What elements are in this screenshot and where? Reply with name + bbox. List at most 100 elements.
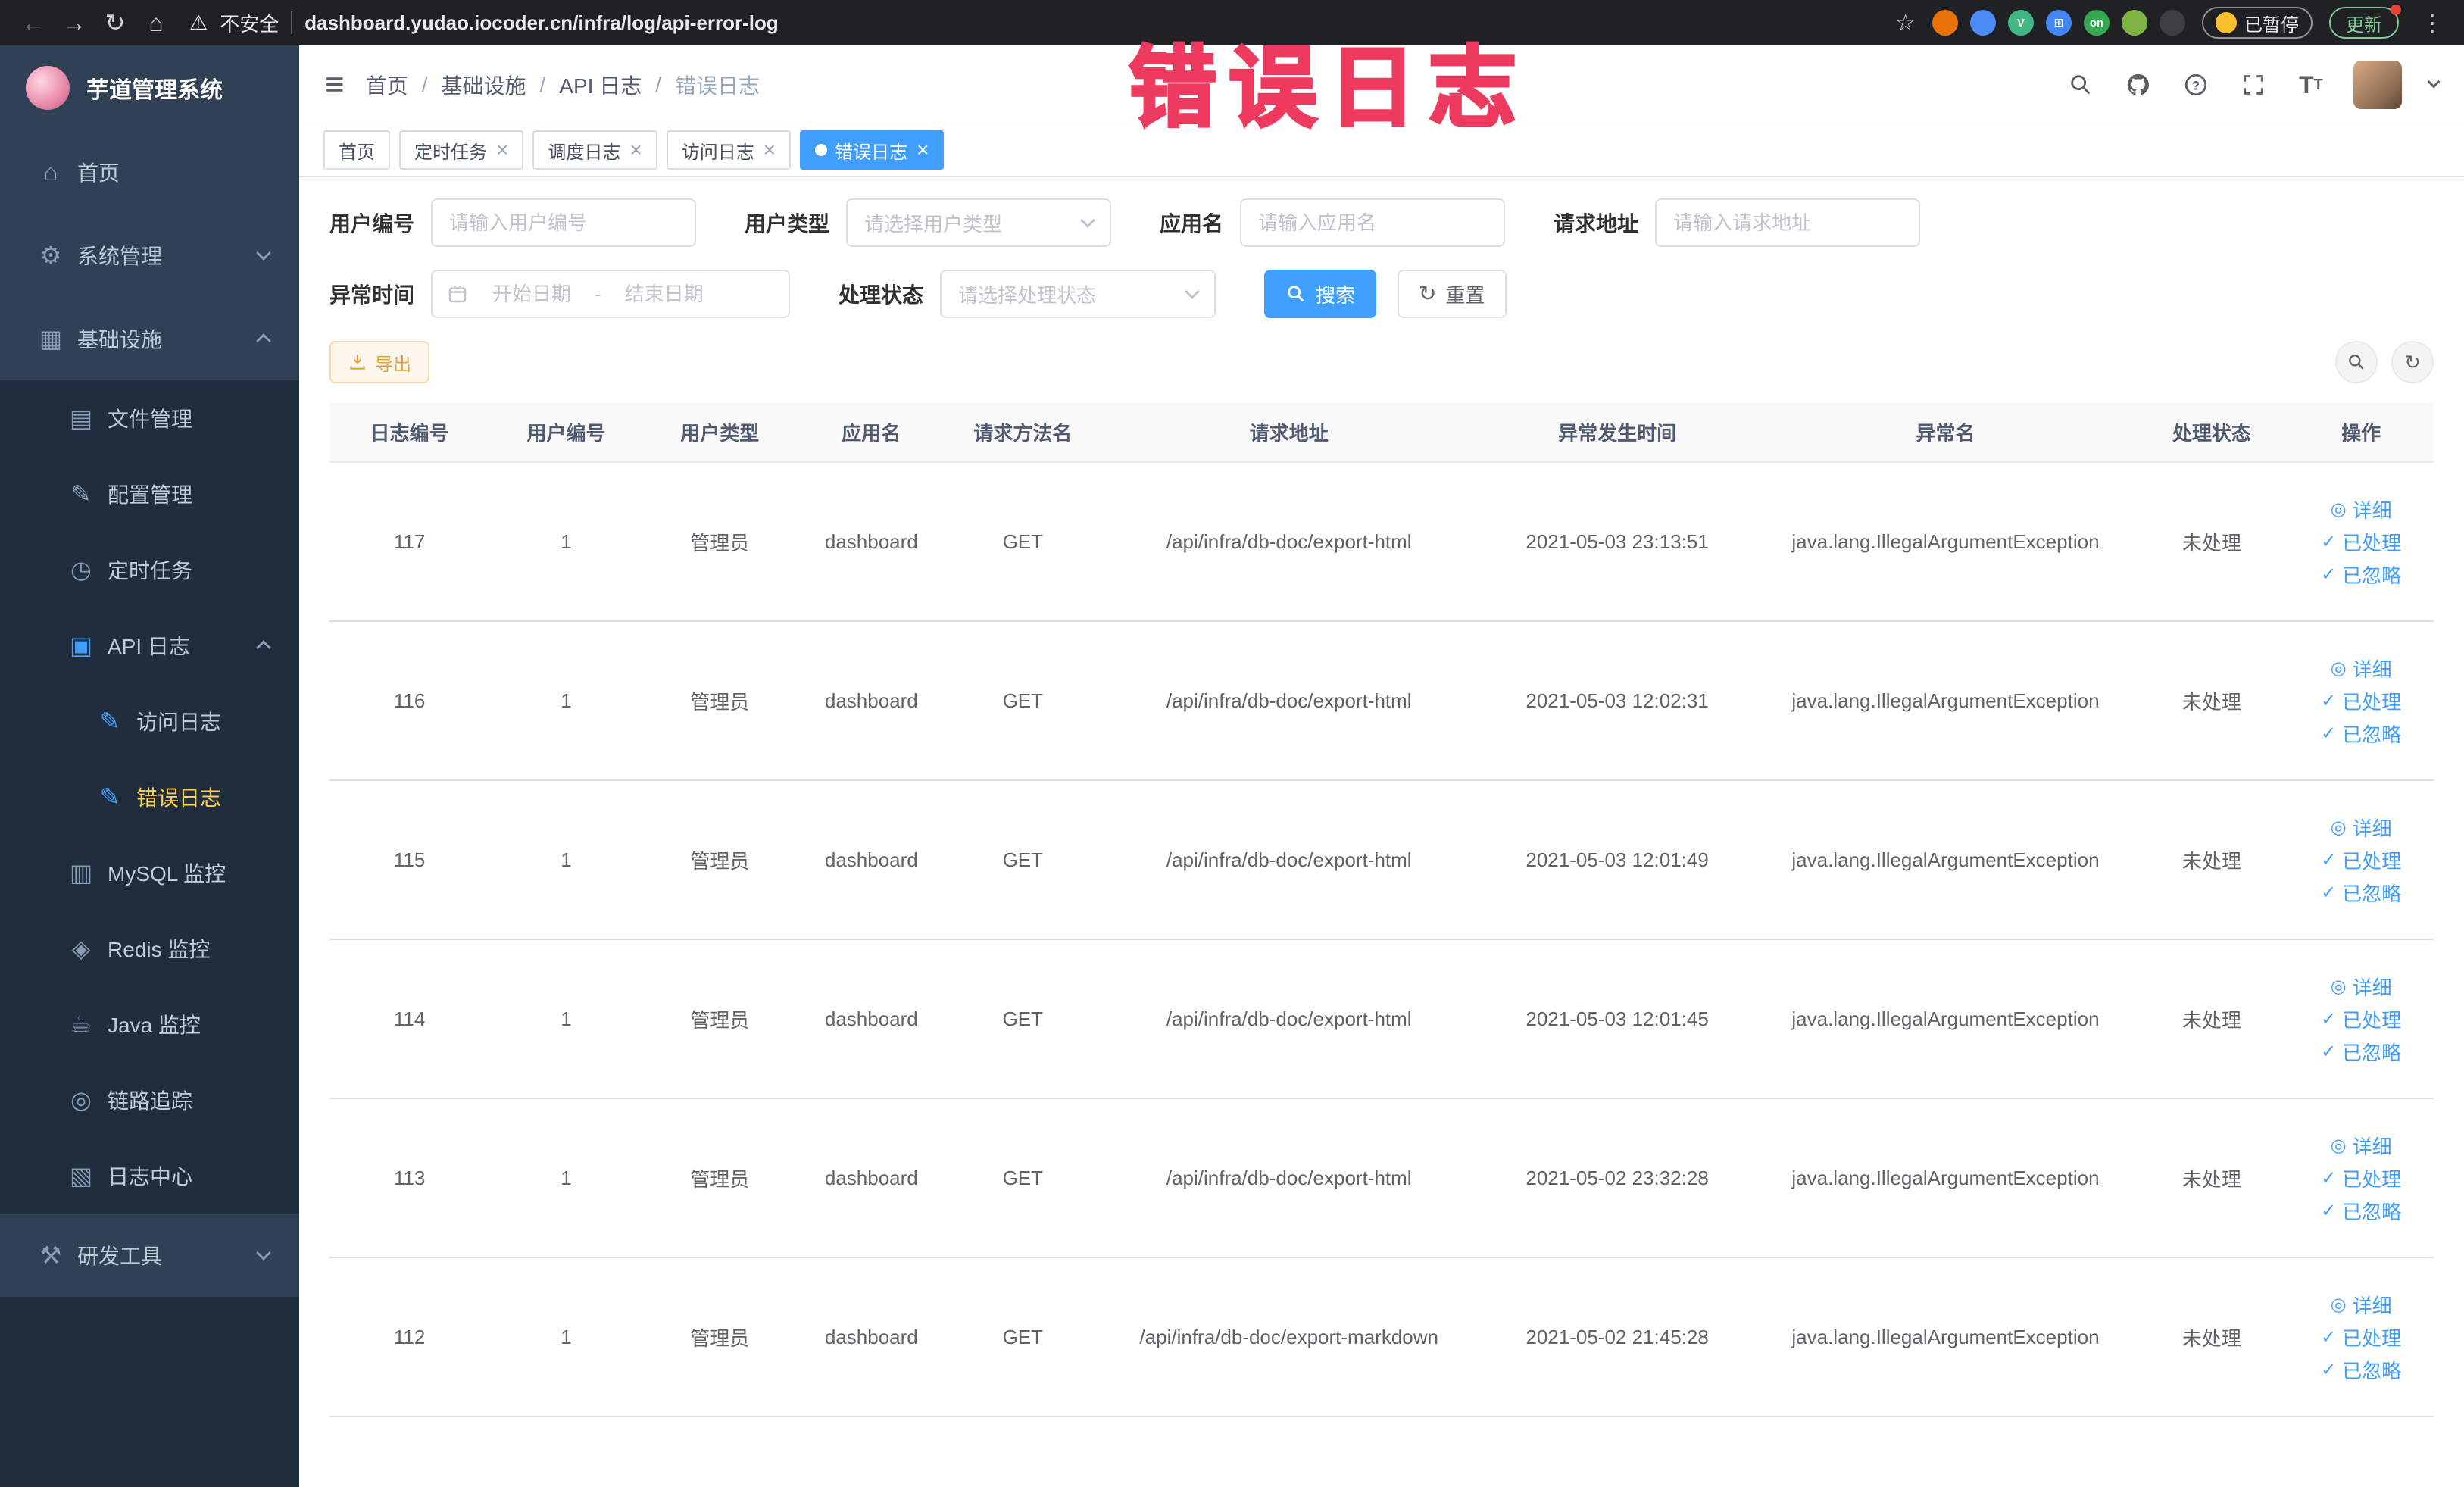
sidebar-item-error-log[interactable]: ✎ 错误日志 (0, 759, 299, 835)
process-status-select[interactable]: 请选择处理状态 (940, 270, 1216, 318)
chrome-update-button[interactable]: 更新 (2329, 5, 2401, 39)
processed-icon: ✓ (2321, 1008, 2337, 1029)
extension-plug[interactable] (2160, 10, 2185, 36)
search-icon[interactable] (2066, 70, 2096, 100)
chevron-down-icon (256, 1245, 271, 1261)
detail-link[interactable]: ◎ 详细 (2331, 1291, 2392, 1319)
avatar-dropdown-icon[interactable] (2427, 75, 2441, 89)
breadcrumb-item[interactable]: 基础设施 (441, 70, 526, 100)
extension-vue-devtools[interactable]: V (2008, 10, 2034, 36)
detail-link[interactable]: ◎ 详细 (2331, 973, 2392, 1001)
extension-on-badge[interactable]: on (2084, 10, 2110, 36)
tab-close-icon[interactable]: × (496, 139, 508, 161)
sidebar-item-log-center[interactable]: ▧ 日志中心 (0, 1138, 299, 1214)
cell-user-type: 管理员 (642, 462, 797, 622)
user-type-select[interactable]: 请选择用户类型 (846, 198, 1112, 247)
tab-job[interactable]: 定时任务 × (399, 130, 524, 170)
tab-close-icon[interactable]: × (764, 139, 776, 161)
sidebar-item-mysql[interactable]: ▥ MySQL 监控 (0, 835, 299, 911)
collapse-sidebar-icon[interactable]: ≡ (325, 66, 345, 104)
profile-paused-chip[interactable]: 已暂停 (2202, 7, 2313, 39)
date-separator: - (595, 282, 601, 305)
action-label: 详细 (2352, 498, 2392, 522)
app-name-input[interactable] (1240, 198, 1506, 247)
sidebar-item-api-log[interactable]: ▣ API 日志 (0, 608, 299, 683)
ignored-link[interactable]: ✓ 已忽略 (2321, 561, 2401, 589)
ignored-link[interactable]: ✓ 已忽略 (2321, 1038, 2401, 1066)
extension-leaf[interactable] (2122, 10, 2147, 36)
sidebar-item-file[interactable]: ▤ 文件管理 (0, 380, 299, 456)
tab-error-log[interactable]: 错误日志 × (800, 130, 945, 170)
extension-blue-grid[interactable]: ⊞ (2046, 10, 2072, 36)
github-icon[interactable] (2123, 70, 2153, 100)
cell-url: /api/infra/db-doc/export-html (1099, 780, 1479, 940)
ignored-link[interactable]: ✓ 已忽略 (2321, 879, 2401, 907)
export-button[interactable]: 导出 (329, 341, 429, 383)
tab-access-log[interactable]: 访问日志 × (666, 130, 792, 170)
detail-link[interactable]: ◎ 详细 (2331, 654, 2392, 683)
sidebar-item-system[interactable]: ⚙ 系统管理 (0, 214, 299, 297)
ignored-icon: ✓ (2321, 1200, 2337, 1221)
breadcrumb-item[interactable]: 首页 (366, 70, 408, 100)
cell-exception: java.lang.IllegalArgumentException (1756, 780, 2135, 940)
refresh-button[interactable]: ↻ (2391, 341, 2434, 383)
cell-method: GET (945, 780, 1100, 940)
sidebar-item-redis[interactable]: ◈ Redis 监控 (0, 911, 299, 986)
processed-link[interactable]: ✓ 已处理 (2321, 846, 2401, 874)
browser-menu-icon[interactable]: ⋮ (2416, 8, 2449, 37)
detail-icon: ◎ (2330, 1294, 2347, 1315)
tab-close-icon[interactable]: × (629, 139, 642, 161)
reset-button[interactable]: ↻ 重置 (1398, 270, 1507, 318)
extension-orange-circle[interactable] (1932, 10, 1958, 36)
sidebar-item-job[interactable]: ◷ 定时任务 (0, 532, 299, 608)
detail-link[interactable]: ◎ 详细 (2331, 814, 2392, 842)
sidebar-item-access-log[interactable]: ✎ 访问日志 (0, 683, 299, 759)
reload-icon[interactable]: ↻ (97, 5, 133, 41)
sidebar-item-infra[interactable]: ▦ 基础设施 (0, 297, 299, 380)
sidebar-logo[interactable]: 芋道管理系统 (0, 45, 299, 130)
request-url-input[interactable] (1655, 198, 1921, 247)
breadcrumb-item[interactable]: API 日志 (559, 70, 642, 100)
processed-link[interactable]: ✓ 已处理 (2321, 1323, 2401, 1351)
sidebar-item-label: 链路追踪 (108, 1089, 193, 1113)
ignored-link[interactable]: ✓ 已忽略 (2321, 720, 2401, 748)
fullscreen-icon[interactable] (2238, 70, 2269, 100)
home-icon[interactable]: ⌂ (138, 5, 174, 41)
ignored-link[interactable]: ✓ 已忽略 (2321, 1356, 2401, 1384)
tab-close-icon[interactable]: × (917, 139, 929, 161)
sidebar-item-config[interactable]: ✎ 配置管理 (0, 456, 299, 532)
extension-blue-drop[interactable] (1970, 10, 1996, 36)
chevron-down-icon (1185, 284, 1200, 299)
detail-link[interactable]: ◎ 详细 (2331, 1132, 2392, 1160)
tab-job-log[interactable]: 调度日志 × (532, 130, 657, 170)
sidebar-item-trace[interactable]: ◎ 链路追踪 (0, 1062, 299, 1138)
action-label: 已忽略 (2342, 1359, 2402, 1382)
user-avatar[interactable] (2353, 61, 2402, 109)
user-id-input[interactable] (431, 198, 697, 247)
end-date-input[interactable] (607, 282, 721, 306)
tab-home[interactable]: 首页 (323, 130, 390, 170)
address-bar[interactable]: ⚠ 不安全 dashboard.yudao.iocoder.cn/infra/l… (189, 9, 1872, 37)
chevron-down-icon (256, 245, 271, 261)
sidebar-item-java[interactable]: ☕ Java 监控 (0, 986, 299, 1062)
bookmark-star-icon[interactable]: ☆ (1895, 10, 1916, 36)
processed-link[interactable]: ✓ 已处理 (2321, 687, 2401, 715)
ignored-link[interactable]: ✓ 已忽略 (2321, 1197, 2401, 1225)
sidebar-item-home[interactable]: ⌂ 首页 (0, 130, 299, 214)
search-button[interactable]: 搜索 (1264, 270, 1377, 318)
processed-link[interactable]: ✓ 已处理 (2321, 1164, 2401, 1192)
forward-icon[interactable]: → (56, 5, 92, 41)
cell-method: GET (945, 462, 1100, 622)
search-toggle-button[interactable] (2335, 341, 2378, 383)
sidebar-item-dev-tools[interactable]: ⚒ 研发工具 (0, 1214, 299, 1297)
table-row: 116 1 管理员 dashboard GET/api/infra/db-doc/exp… (329, 621, 2434, 781)
font-size-icon[interactable]: TT (2296, 70, 2326, 100)
detail-link[interactable]: ◎ 详细 (2331, 495, 2392, 523)
column-header: 处理状态 (2135, 403, 2289, 463)
exception-time-range[interactable]: - (431, 270, 791, 318)
start-date-input[interactable] (475, 282, 589, 306)
cell-time: 2021-05-03 12:01:49 (1478, 780, 1757, 940)
processed-link[interactable]: ✓ 已处理 (2321, 1005, 2401, 1033)
processed-link[interactable]: ✓ 已处理 (2321, 528, 2401, 556)
help-icon[interactable]: ? (2181, 70, 2211, 100)
